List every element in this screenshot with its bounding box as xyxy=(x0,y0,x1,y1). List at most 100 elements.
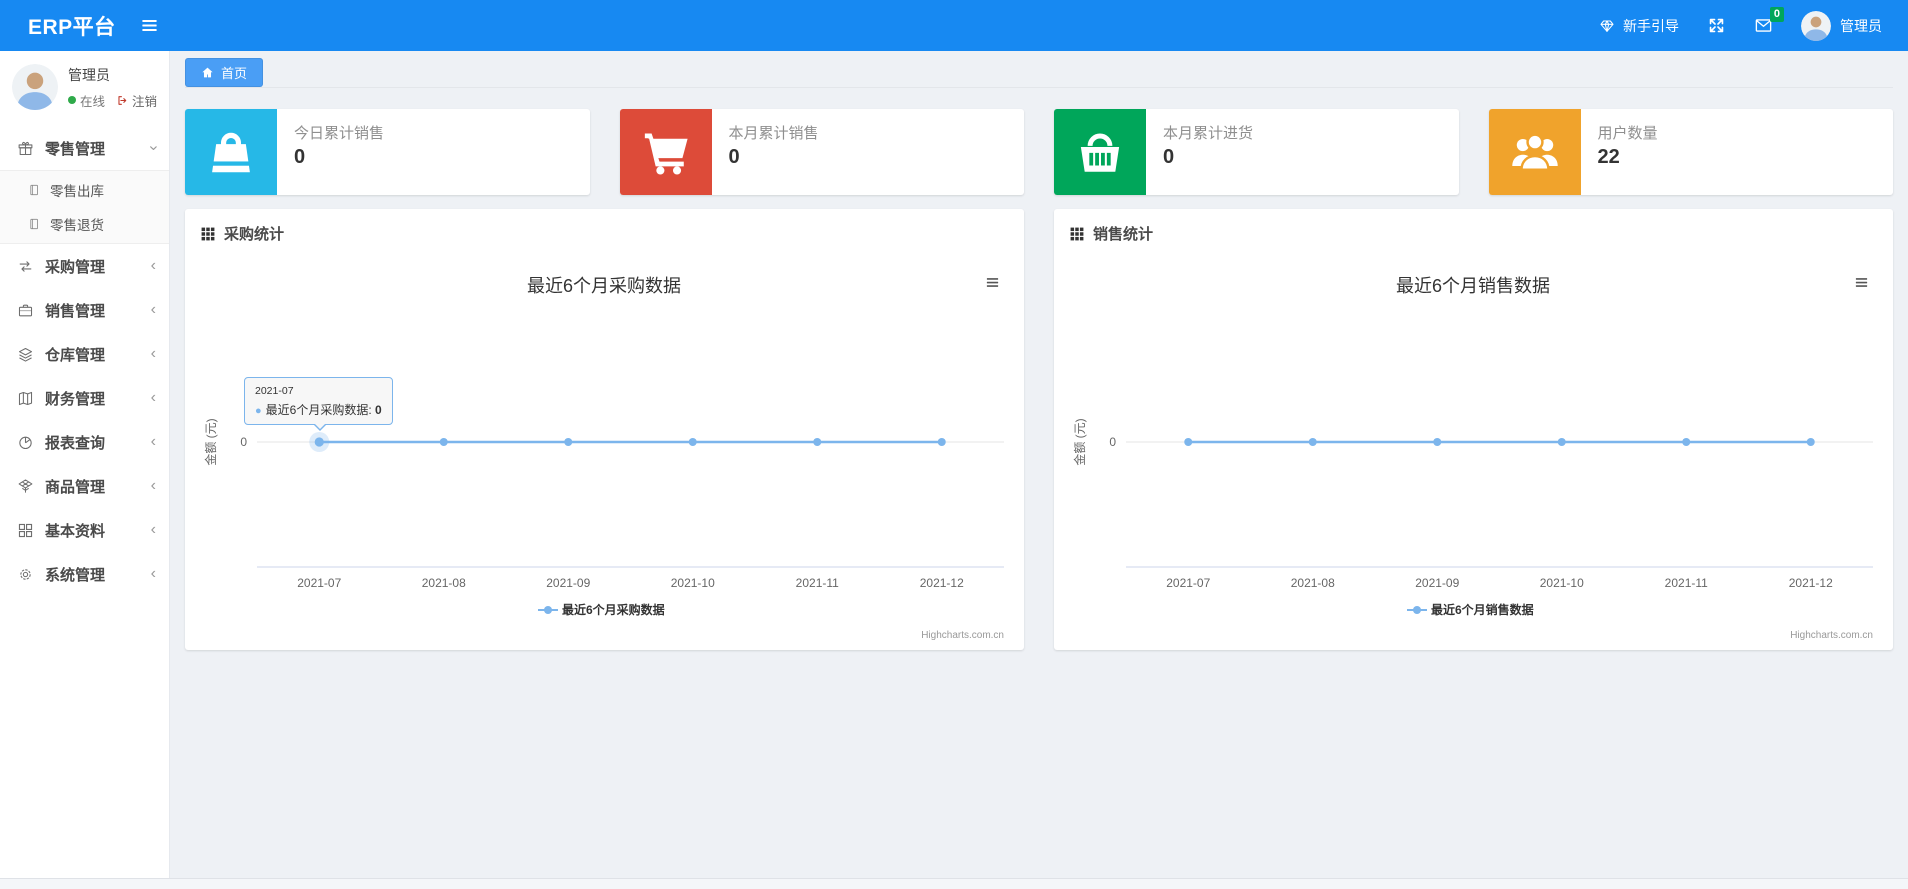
x-tick-label: 2021-09 xyxy=(1415,576,1459,590)
chart-panels-row: 采购统计 最近6个月采购数据 金额 (元) 0 2021-07 2021-08 2021-… xyxy=(185,209,1893,650)
legend-item[interactable]: 最近6个月采购数据 xyxy=(538,602,665,617)
chart-context-menu-button[interactable] xyxy=(985,275,1000,290)
sidebar-item-label: 商品管理 xyxy=(45,478,106,496)
stat-card-user-count: 用户数量 22 xyxy=(1488,109,1893,195)
basket-icon xyxy=(1054,109,1146,195)
grid-dots-icon xyxy=(1070,227,1084,241)
sidebar-item-sales[interactable]: 销售管理 ‹ xyxy=(0,288,169,332)
cart-icon xyxy=(619,109,712,195)
sidebar-toggle-button[interactable] xyxy=(140,16,159,35)
person-avatar-icon xyxy=(12,64,58,110)
context-menu-icon xyxy=(985,275,1000,290)
y-axis-label: 金额 (元) xyxy=(1072,418,1087,465)
online-status-label: 在线 xyxy=(80,94,106,109)
user-menu[interactable]: 管理员 xyxy=(1801,11,1882,41)
submenu-retail: 零售出库零售退货 xyxy=(0,170,169,244)
tab-home-label: 首页 xyxy=(221,66,248,81)
chart-title: 最近6个月采购数据 xyxy=(527,276,681,296)
data-point[interactable] xyxy=(1184,438,1193,446)
x-tick-label: 2021-12 xyxy=(1789,576,1833,590)
users-icon xyxy=(1488,109,1581,195)
sidebar-item-retail-out[interactable]: 零售出库 xyxy=(0,173,169,207)
chevron-left-icon: ‹ xyxy=(150,257,156,274)
person-avatar-icon xyxy=(1801,11,1831,41)
x-tick-label: 2021-12 xyxy=(920,576,964,590)
stat-label: 本月累计进货 xyxy=(1163,125,1254,142)
data-point[interactable] xyxy=(688,438,697,446)
tab-home[interactable]: 首页 xyxy=(185,58,264,87)
box-icon xyxy=(17,478,34,495)
sidebar-item-finance[interactable]: 财务管理 ‹ xyxy=(0,376,169,420)
user-name: 管理员 xyxy=(68,66,110,83)
exchange-icon xyxy=(17,258,34,275)
chevron-left-icon: ‹ xyxy=(150,301,156,318)
stat-card-today-sales: 今日累计销售 0 xyxy=(185,109,590,195)
data-point[interactable] xyxy=(1806,438,1815,446)
sales-chart[interactable]: 最近6个月销售数据 金额 (元) 0 2021-07 2021-08 2021-09 202… xyxy=(1068,256,1879,648)
data-point[interactable] xyxy=(1682,438,1691,446)
highcharts-credits[interactable]: Highcharts.com.cn xyxy=(921,630,1004,641)
file-icon xyxy=(27,183,41,197)
stat-value: 0 xyxy=(1163,146,1175,168)
y-tick-label: 0 xyxy=(240,435,247,449)
purchase-chart[interactable]: 最近6个月采购数据 金额 (元) 0 2021-07 2021-08 2021-09 202… xyxy=(199,256,1010,648)
sidebar-item-label: 仓库管理 xyxy=(45,346,106,364)
x-tick-label: 2021-07 xyxy=(297,576,341,590)
bag-icon xyxy=(185,109,277,195)
sidebar-item-retail[interactable]: 零售管理 ‹ xyxy=(0,126,169,170)
x-tick-label: 2021-10 xyxy=(1540,576,1584,590)
sidebar-item-warehouse[interactable]: 仓库管理 ‹ xyxy=(0,332,169,376)
sidebar-item-reports[interactable]: 报表查询 ‹ xyxy=(0,420,169,464)
stat-value: 0 xyxy=(294,146,306,168)
app-logo[interactable]: ERP平台 xyxy=(28,11,116,41)
chevron-left-icon: ‹ xyxy=(150,521,156,538)
x-tick-label: 2021-11 xyxy=(1665,576,1708,590)
logout-icon xyxy=(116,94,129,107)
data-point[interactable] xyxy=(1433,438,1442,446)
highcharts-credits[interactable]: Highcharts.com.cn xyxy=(1790,630,1873,641)
data-point[interactable] xyxy=(439,438,448,446)
sales-stats-panel: 销售统计 最近6个月销售数据 金额 (元) 0 2021-07 2021-08 2021-… xyxy=(1054,209,1893,650)
data-point[interactable] xyxy=(1308,438,1317,446)
sidebar-item-label: 采购管理 xyxy=(45,258,106,276)
sidebar-item-label: 零售管理 xyxy=(45,140,106,158)
sidebar-item-retail-return[interactable]: 零售退货 xyxy=(0,207,169,241)
logout-link[interactable]: 注销 xyxy=(116,91,157,110)
data-point[interactable] xyxy=(314,437,324,447)
chevron-left-icon: ‹ xyxy=(150,389,156,406)
logout-label: 注销 xyxy=(132,94,158,109)
x-tick-label: 2021-08 xyxy=(422,576,466,590)
legend-item[interactable]: 最近6个月销售数据 xyxy=(1407,602,1534,617)
svg-text:最近6个月销售数据: 最近6个月销售数据 xyxy=(1431,602,1534,617)
mail-badge: 0 xyxy=(1769,7,1784,22)
grid-dots-icon xyxy=(201,227,215,241)
data-point[interactable] xyxy=(1557,438,1566,446)
chart-title: 最近6个月销售数据 xyxy=(1396,276,1550,296)
panel-title: 销售统计 xyxy=(1093,226,1154,243)
sidebar-item-label: 零售退货 xyxy=(50,218,104,233)
sidebar-item-purchase[interactable]: 采购管理 ‹ xyxy=(0,244,169,288)
stat-label: 用户数量 xyxy=(1597,125,1658,142)
chart-context-menu-button[interactable] xyxy=(1854,275,1869,290)
sidebar-item-label: 系统管理 xyxy=(45,566,106,584)
data-point[interactable] xyxy=(564,438,573,446)
data-point[interactable] xyxy=(813,438,822,446)
sidebar-item-system[interactable]: 系统管理 ‹ xyxy=(0,552,169,596)
data-point[interactable] xyxy=(937,438,946,446)
messages-button[interactable]: 0 xyxy=(1754,7,1784,35)
sidebar-item-basic[interactable]: 基本资料 ‹ xyxy=(0,508,169,552)
fullscreen-button[interactable] xyxy=(1707,16,1726,35)
x-tick-label: 2021-11 xyxy=(796,576,839,590)
hamburger-icon xyxy=(140,16,159,35)
panel-header: 采购统计 xyxy=(185,209,1024,256)
stat-value: 0 xyxy=(728,146,740,168)
sidebar-item-goods[interactable]: 商品管理 ‹ xyxy=(0,464,169,508)
guide-button[interactable]: 新手引导 xyxy=(1599,16,1679,36)
x-tick-label: 2021-10 xyxy=(671,576,715,590)
x-tick-label: 2021-07 xyxy=(1166,576,1210,590)
x-tick-label: 2021-09 xyxy=(546,576,590,590)
user-avatar xyxy=(12,64,58,110)
stat-card-month-purchases: 本月累计进货 0 xyxy=(1054,109,1459,195)
page-footer xyxy=(0,878,1908,889)
stat-label: 今日累计销售 xyxy=(294,125,385,142)
